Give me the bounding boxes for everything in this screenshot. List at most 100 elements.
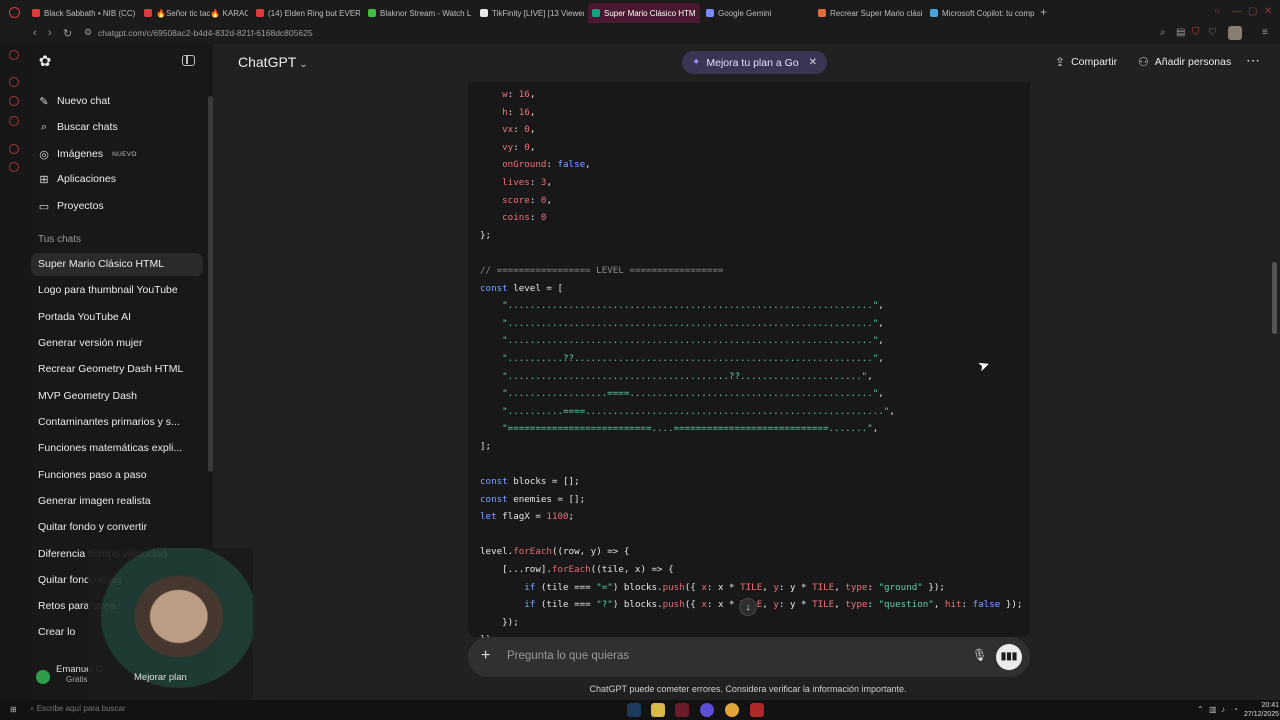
- back-icon[interactable]: ‹: [33, 27, 37, 39]
- microphone-icon[interactable]: 🎙: [972, 648, 987, 662]
- chat-item-active[interactable]: Super Mario Clásico HTML: [38, 258, 164, 270]
- close-icon[interactable]: ✕: [809, 57, 817, 68]
- file-explorer-icon[interactable]: [651, 703, 665, 717]
- new-tab-button[interactable]: +: [1040, 5, 1047, 19]
- chat-item[interactable]: Quitar fondo y convertir: [38, 521, 147, 533]
- more-options-icon[interactable]: ⋯: [1246, 52, 1260, 69]
- code-line: // ================= LEVEL =============…: [480, 264, 724, 276]
- code-line: if (tile === "=") blocks.push({ x: x * T…: [524, 581, 945, 593]
- browser-tab[interactable]: (14) Elden Ring but EVERY: [252, 3, 360, 23]
- collapse-sidebar-icon[interactable]: [182, 55, 195, 66]
- url-field[interactable]: chatgpt.com/c/69508ac2-b4d4-832d-821f-61…: [98, 28, 313, 38]
- edit-icon: ✎: [39, 95, 49, 108]
- chat-item[interactable]: Funciones matemáticas expli...: [38, 442, 182, 454]
- browser-tab[interactable]: TikFinity [LIVE] [13 Viewer: [476, 3, 584, 23]
- browser-menu-more-icon[interactable]: ≡: [1262, 27, 1268, 38]
- add-attachment-icon[interactable]: +: [481, 647, 490, 665]
- rail-app-icon[interactable]: [9, 77, 19, 87]
- code-line: [...row].forEach((tile, x) => {: [480, 564, 674, 576]
- rail-app-icon[interactable]: [9, 162, 19, 172]
- rail-app-icon[interactable]: [9, 116, 19, 126]
- profile-avatar[interactable]: [1228, 26, 1242, 40]
- chat-item[interactable]: Recrear Geometry Dash HTML: [38, 363, 183, 375]
- share-button[interactable]: ⇪ Compartir: [1055, 55, 1117, 69]
- add-person-icon: ⚇: [1138, 55, 1149, 69]
- main-scrollbar[interactable]: [1272, 262, 1277, 334]
- minimize-icon[interactable]: —: [1232, 6, 1242, 17]
- search-icon: ⌕: [40, 120, 48, 133]
- chat-item[interactable]: Generar imagen realista: [38, 495, 151, 507]
- reading-list-icon[interactable]: ▤: [1176, 27, 1185, 38]
- browser-tab[interactable]: Recrear Super Mario clási: [814, 3, 922, 23]
- reload-icon[interactable]: ↻: [63, 27, 72, 40]
- start-icon[interactable]: ⊞: [10, 705, 17, 714]
- code-line: ".......................................…: [502, 317, 884, 329]
- tray-arrow-icon[interactable]: ⌃: [1197, 705, 1204, 714]
- network-icon[interactable]: ▥: [1209, 705, 1217, 714]
- copilot-icon: [930, 9, 938, 17]
- chat-item[interactable]: Generar versión mujer: [38, 337, 142, 349]
- browser-menu-icon[interactable]: [9, 7, 20, 18]
- prompt-input[interactable]: Pregunta lo que quieras: [507, 650, 629, 662]
- chat-item[interactable]: Contaminantes primarios y s...: [38, 416, 180, 428]
- browser-tab-active[interactable]: Super Mario Clásico HTM✕: [588, 3, 700, 23]
- browser-tab[interactable]: 🔥Señor tic tac🔥 KARAOK: [140, 3, 248, 23]
- steam-icon[interactable]: [627, 703, 641, 717]
- browser-tab[interactable]: Black Sabbath • NIB (CC) ...: [28, 3, 138, 23]
- disclaimer-text: ChatGPT puede cometer errores. Considera…: [589, 684, 907, 694]
- projects-button[interactable]: ▭ Proyectos: [38, 196, 104, 216]
- site-info-icon[interactable]: ⚙: [84, 27, 92, 38]
- search-chats-button[interactable]: ⌕ Buscar chats: [38, 117, 118, 137]
- voice-mode-button[interactable]: ▮▮▮: [996, 644, 1022, 670]
- opera-icon[interactable]: [675, 703, 689, 717]
- search-tabs-icon[interactable]: ○: [1214, 6, 1220, 17]
- rail-app-icon[interactable]: [9, 144, 19, 154]
- code-line: coins: 0: [502, 212, 547, 224]
- browser-tab[interactable]: Blaknor Stream - Watch L: [364, 3, 472, 23]
- forward-icon[interactable]: ›: [48, 27, 52, 39]
- chat-item[interactable]: Funciones paso a paso: [38, 469, 147, 481]
- images-button[interactable]: ◎ Imágenes NUEVO: [38, 144, 137, 164]
- folder-icon: ▭: [38, 200, 50, 213]
- new-chat-button[interactable]: ✎ Nuevo chat: [38, 91, 110, 111]
- chat-item[interactable]: Crear lo: [38, 626, 75, 638]
- chevron-down-icon: ⌄: [299, 59, 308, 70]
- close-window-icon[interactable]: ✕: [1264, 6, 1272, 17]
- images-icon: ◎: [39, 148, 49, 161]
- add-people-button[interactable]: ⚇ Añadir personas: [1138, 55, 1231, 69]
- shield-icon[interactable]: ⛉: [1192, 27, 1200, 38]
- chats-section-label: Tus chats: [38, 234, 81, 245]
- wifi-icon[interactable]: ◔: [1233, 705, 1238, 714]
- zoom-icon[interactable]: ⌕: [1160, 27, 1166, 38]
- apps-button[interactable]: ⊞ Aplicaciones: [38, 169, 116, 189]
- code-line: ".......................................…: [502, 335, 884, 347]
- browser-tab[interactable]: Google Gemini: [702, 3, 810, 23]
- taskbar-search[interactable]: ⌕ Escribe aquí para buscar: [30, 704, 126, 714]
- volume-icon[interactable]: ♪: [1221, 705, 1225, 714]
- code-line: };: [480, 229, 492, 241]
- chat-item[interactable]: MVP Geometry Dash: [38, 390, 137, 402]
- code-line: const level = [: [480, 282, 563, 294]
- scroll-down-button[interactable]: ↓: [739, 598, 757, 616]
- app-icon[interactable]: [750, 703, 764, 717]
- tikfinity-icon: [480, 9, 488, 17]
- chat-item[interactable]: Logo para thumbnail YouTube: [38, 284, 178, 296]
- rail-app-icon[interactable]: [9, 50, 19, 60]
- upgrade-plan-button[interactable]: Mejorar plan: [134, 672, 187, 683]
- discord-icon[interactable]: [700, 703, 714, 717]
- model-selector[interactable]: ChatGPT ⌄: [238, 54, 308, 70]
- code-line: "..........====.........................…: [502, 405, 895, 417]
- chatgpt-logo-icon[interactable]: ✿: [37, 54, 53, 70]
- favorite-icon[interactable]: ♡: [1208, 27, 1217, 38]
- clock[interactable]: 20:41 27/12/2025: [1244, 701, 1279, 719]
- upgrade-banner[interactable]: ✦ Mejora tu plan a Go ✕: [682, 51, 827, 74]
- chat-item[interactable]: Portada YouTube AI: [38, 311, 131, 323]
- maximize-icon[interactable]: ▢: [1248, 6, 1257, 17]
- sidebar-scrollbar[interactable]: [208, 96, 213, 472]
- browser-tab[interactable]: Microsoft Copilot: tu comp: [926, 3, 1034, 23]
- chrome-icon[interactable]: [725, 703, 739, 717]
- rail-app-icon[interactable]: [9, 96, 19, 106]
